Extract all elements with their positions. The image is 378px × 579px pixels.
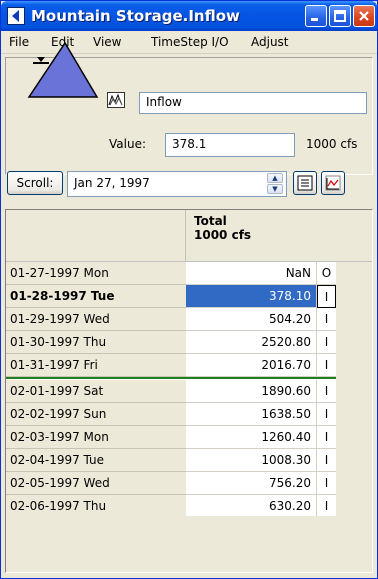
row-value-cell[interactable]: 1008.30 xyxy=(186,449,317,472)
slot-name-field[interactable]: Inflow xyxy=(139,92,367,114)
column-header-title: Total xyxy=(194,214,227,228)
plot-icon xyxy=(325,175,341,191)
row-value-cell[interactable]: 504.20 xyxy=(186,308,317,331)
row-flag-cell[interactable]: I xyxy=(317,472,336,495)
menu-timestep-io[interactable]: TimeStep I/O xyxy=(151,35,229,49)
row-date-cell[interactable]: 01-28-1997 Tue xyxy=(6,285,186,308)
row-flag-cell[interactable]: I xyxy=(317,449,336,472)
spinner-up-icon[interactable]: ▲ xyxy=(267,173,283,183)
reservoir-icon xyxy=(23,39,99,104)
row-date-cell[interactable]: 01-27-1997 Mon xyxy=(6,262,186,285)
row-date-cell[interactable]: 01-29-1997 Wed xyxy=(6,308,186,331)
row-date-cell[interactable]: 02-02-1997 Sun xyxy=(6,403,186,426)
close-icon xyxy=(359,11,369,21)
maximize-icon xyxy=(334,10,346,22)
value-label: Value: xyxy=(109,137,146,151)
table-row[interactable]: 02-03-1997 Mon 1260.40 I xyxy=(6,426,336,449)
window-title: Mountain Storage.Inflow xyxy=(31,7,240,25)
row-flag-cell[interactable]: I xyxy=(317,403,336,426)
table-empty-area xyxy=(6,516,372,572)
spinner-down-icon[interactable]: ▼ xyxy=(267,184,283,194)
table-corner-header xyxy=(6,210,186,262)
row-value-cell[interactable]: NaN xyxy=(186,262,317,285)
row-value-cell[interactable]: 2016.70 xyxy=(186,354,317,377)
row-flag-cell[interactable]: I xyxy=(317,285,336,308)
month-separator-line xyxy=(6,377,336,379)
slot-type-icon xyxy=(107,92,125,108)
table-row[interactable]: 02-06-1997 Thu 630.20 I xyxy=(6,495,336,518)
table-row[interactable]: 02-02-1997 Sun 1638.50 I xyxy=(6,403,336,426)
row-flag-cell[interactable]: I xyxy=(317,354,336,377)
row-date-cell[interactable]: 02-05-1997 Wed xyxy=(6,472,186,495)
row-value-cell[interactable]: 756.20 xyxy=(186,472,317,495)
row-date-cell[interactable]: 01-31-1997 Fri xyxy=(6,354,186,377)
row-flag-cell[interactable]: I xyxy=(317,495,336,518)
row-date-cell[interactable]: 01-30-1997 Thu xyxy=(6,331,186,354)
row-value-cell[interactable]: 1260.40 xyxy=(186,426,317,449)
column-header-total[interactable]: Total 1000 cfs xyxy=(186,210,336,262)
table-row[interactable]: 01-30-1997 Thu 2520.80 I xyxy=(6,331,336,354)
table-row[interactable]: 01-31-1997 Fri 2016.70 I xyxy=(6,354,336,377)
row-value-cell[interactable]: 1890.60 xyxy=(186,380,317,403)
scroll-button[interactable]: Scroll: xyxy=(7,171,63,195)
units-label: 1000 cfs xyxy=(306,137,358,151)
list-icon xyxy=(297,175,313,191)
row-date-cell[interactable]: 02-06-1997 Thu xyxy=(6,495,186,518)
close-button[interactable] xyxy=(353,5,375,27)
timeseries-table: Total 1000 cfs 01-27-1997 Mon NaN O 01-28-1… xyxy=(5,209,373,573)
minimize-icon xyxy=(311,18,318,21)
row-flag-cell[interactable]: I xyxy=(317,308,336,331)
scroll-date-field[interactable]: Jan 27, 1997 xyxy=(67,171,287,197)
minimize-button[interactable] xyxy=(305,5,327,27)
list-view-button[interactable] xyxy=(293,171,317,195)
maximize-button[interactable] xyxy=(329,5,351,27)
table-row[interactable]: 02-04-1997 Tue 1008.30 I xyxy=(6,449,336,472)
table-row[interactable]: 01-28-1997 Tue 378.10 I xyxy=(6,285,336,308)
menu-adjust[interactable]: Adjust xyxy=(251,35,289,49)
row-flag-cell[interactable]: I xyxy=(317,331,336,354)
header-filler xyxy=(336,210,372,262)
row-flag-cell[interactable]: O xyxy=(317,262,336,285)
table-row[interactable]: 02-05-1997 Wed 756.20 I xyxy=(6,472,336,495)
value-field[interactable]: 378.1 xyxy=(165,133,295,157)
title-bar[interactable]: Mountain Storage.Inflow xyxy=(1,1,377,31)
row-date-cell[interactable]: 02-03-1997 Mon xyxy=(6,426,186,449)
row-value-cell[interactable]: 630.20 xyxy=(186,495,317,518)
app-icon[interactable] xyxy=(7,7,25,25)
row-date-cell[interactable]: 02-01-1997 Sat xyxy=(6,380,186,403)
slot-dialog-window: Mountain Storage.Inflow File Edit View T… xyxy=(0,0,378,579)
table-row[interactable]: 01-27-1997 Mon NaN O xyxy=(6,262,336,285)
table-row[interactable]: 01-29-1997 Wed 504.20 I xyxy=(6,308,336,331)
row-value-cell[interactable]: 1638.50 xyxy=(186,403,317,426)
row-value-cell[interactable]: 378.10 xyxy=(186,285,317,308)
row-date-cell[interactable]: 02-04-1997 Tue xyxy=(6,449,186,472)
row-flag-cell[interactable]: I xyxy=(317,380,336,403)
table-right-filler xyxy=(336,262,372,522)
plot-button[interactable] xyxy=(321,171,345,195)
row-value-cell[interactable]: 2520.80 xyxy=(186,331,317,354)
date-spinner[interactable]: ▲ ▼ xyxy=(267,173,285,195)
row-flag-cell[interactable]: I xyxy=(317,426,336,449)
column-header-units: 1000 cfs xyxy=(194,228,252,242)
table-row[interactable]: 02-01-1997 Sat 1890.60 I xyxy=(6,380,336,403)
